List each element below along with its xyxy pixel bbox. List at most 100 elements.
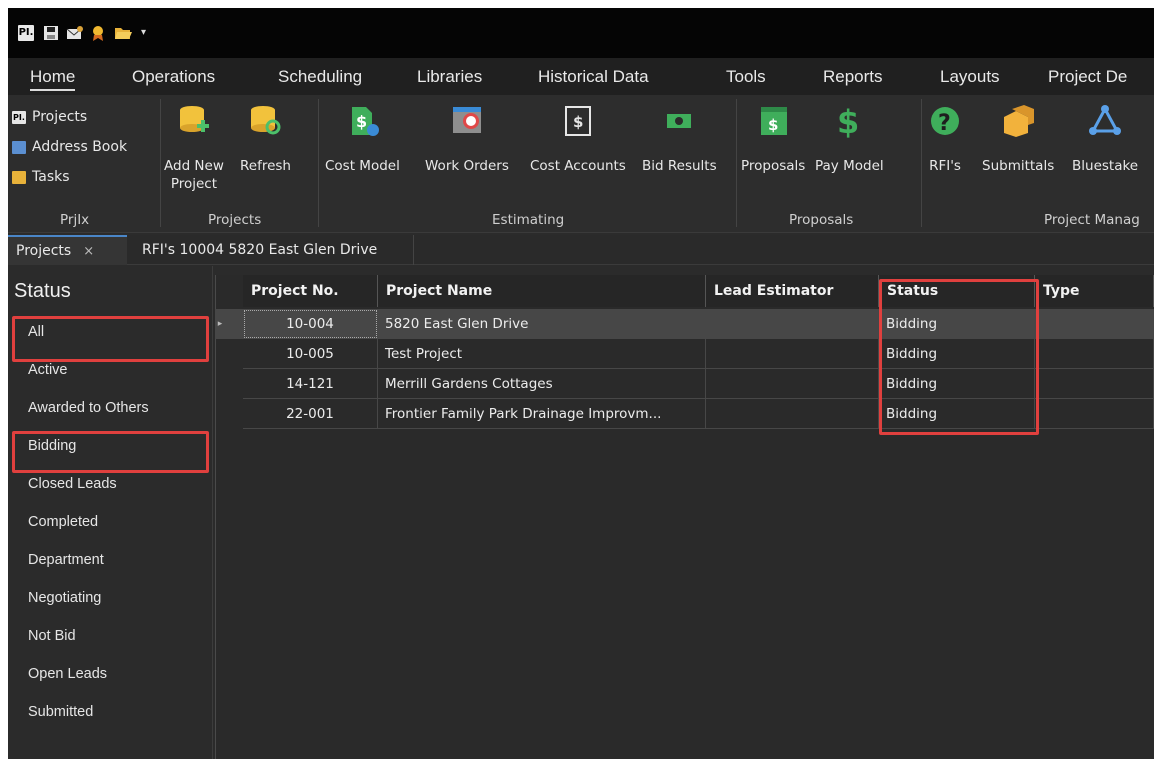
status-item-completed[interactable]: Completed — [28, 504, 208, 540]
prjix-logo-icon: PI. — [12, 110, 26, 124]
status-item-department[interactable]: Department — [28, 542, 208, 578]
refresh-button[interactable]: Refresh — [240, 101, 291, 175]
projects-button[interactable]: PI. Projects — [12, 107, 87, 127]
app-window: PI. ▾ Home Operations Scheduling Librari… — [8, 8, 1154, 759]
address-book-button[interactable]: Address Book — [12, 137, 127, 157]
cell-project-name[interactable]: Frontier Family Park Drainage Improvm... — [378, 399, 706, 429]
cell-lead-estimator[interactable] — [706, 399, 879, 429]
tasks-button[interactable]: Tasks — [12, 167, 70, 187]
add-new-project-button[interactable]: Add New Project — [164, 101, 224, 193]
rfis-label: RFI's — [929, 158, 961, 174]
cost-model-button[interactable]: $ Cost Model — [325, 101, 400, 175]
cell-project-no[interactable]: 10-005 — [243, 339, 378, 369]
column-header-type[interactable]: Type — [1035, 275, 1154, 307]
open-folder-icon[interactable] — [114, 25, 132, 41]
doc-tab-projects[interactable]: Projects × — [8, 235, 127, 265]
add-new-project-label: Add New Project — [164, 158, 224, 192]
ribbon-tabs: Home Operations Scheduling Libraries His… — [8, 58, 1154, 95]
rfis-button[interactable]: ? RFI's — [925, 101, 965, 175]
tab-home[interactable]: Home — [30, 67, 76, 91]
close-icon[interactable]: × — [83, 244, 94, 259]
svg-text:?: ? — [938, 111, 951, 136]
group-separator — [736, 99, 737, 227]
group-label-proposals: Proposals — [789, 212, 854, 228]
status-sidebar: Status All Active Awarded to Others Bidd… — [8, 266, 213, 759]
network-icon — [1085, 101, 1125, 141]
quick-access-toolbar: PI. ▾ — [8, 8, 1154, 58]
add-database-icon — [174, 101, 214, 141]
column-header-project-name[interactable]: Project Name — [378, 275, 706, 307]
refresh-label: Refresh — [240, 158, 291, 174]
submittals-button[interactable]: Submittals — [982, 101, 1054, 175]
svg-text:$: $ — [573, 113, 583, 131]
doc-tab-rfi[interactable]: RFI's 10004 5820 East Glen Drive — [134, 235, 415, 265]
tab-layouts[interactable]: Layouts — [940, 67, 1000, 87]
cell-project-name[interactable]: 5820 East Glen Drive — [378, 309, 706, 339]
pay-model-label: Pay Model — [815, 158, 884, 174]
highlight-box — [12, 431, 209, 473]
cell-lead-estimator[interactable] — [706, 369, 879, 399]
bid-results-label: Bid Results — [642, 158, 717, 174]
projects-grid: Project No. Project Name Lead Estimator … — [215, 275, 1154, 759]
cell-project-no[interactable]: 14-121 — [243, 369, 378, 399]
cell-type[interactable] — [1035, 399, 1154, 429]
status-item-not-bid[interactable]: Not Bid — [28, 618, 208, 654]
group-separator — [318, 99, 319, 227]
cost-model-icon: $ — [342, 101, 382, 141]
tab-scheduling[interactable]: Scheduling — [278, 67, 362, 87]
customize-toolbar-icon[interactable]: ▾ — [141, 25, 157, 41]
app-logo-icon[interactable]: PI. — [18, 25, 34, 41]
mail-icon[interactable] — [66, 25, 83, 41]
dollar-icon: $ — [829, 101, 869, 141]
bluestake-button[interactable]: Bluestake — [1072, 101, 1138, 175]
cell-type[interactable] — [1035, 339, 1154, 369]
tab-historical-data[interactable]: Historical Data — [538, 67, 649, 87]
address-book-label: Address Book — [32, 139, 128, 155]
highlight-box — [12, 316, 209, 362]
tab-project-details[interactable]: Project De — [1048, 67, 1127, 87]
svg-text:$: $ — [837, 103, 859, 139]
doc-tab-rfi-label: RFI's 10004 5820 East Glen Drive — [142, 242, 378, 258]
save-icon[interactable] — [43, 25, 59, 41]
status-item-negotiating[interactable]: Negotiating — [28, 580, 208, 616]
tasks-icon — [12, 170, 26, 184]
proposals-button[interactable]: $ Proposals — [741, 101, 805, 175]
status-item-submitted[interactable]: Submitted — [28, 694, 208, 730]
svg-text:$: $ — [356, 112, 367, 131]
bid-results-button[interactable]: Bid Results — [642, 101, 717, 175]
row-indicator-icon: ▸ — [217, 319, 223, 329]
column-header-project-no[interactable]: Project No. — [243, 275, 378, 307]
cell-lead-estimator[interactable] — [706, 339, 879, 369]
proposals-icon: $ — [753, 101, 793, 141]
award-icon[interactable] — [90, 25, 106, 41]
cost-accounts-label: Cost Accounts — [530, 158, 626, 174]
status-item-open-leads[interactable]: Open Leads — [28, 656, 208, 692]
pay-model-button[interactable]: $ Pay Model — [815, 101, 884, 175]
cell-type[interactable] — [1035, 369, 1154, 399]
status-title: Status — [14, 280, 71, 302]
work-orders-icon — [447, 101, 487, 141]
tab-libraries[interactable]: Libraries — [417, 67, 482, 87]
svg-text:$: $ — [768, 116, 778, 134]
group-separator — [160, 99, 161, 227]
group-label-estimating: Estimating — [492, 212, 565, 228]
cost-accounts-icon: $ — [558, 101, 598, 141]
work-orders-button[interactable]: Work Orders — [425, 101, 509, 175]
cell-project-no[interactable]: 22-001 — [243, 399, 378, 429]
cost-accounts-button[interactable]: $ Cost Accounts — [530, 101, 626, 175]
tab-operations[interactable]: Operations — [132, 67, 215, 87]
group-label-prjix: PrjIx — [60, 212, 90, 228]
group-label-project-management: Project Manag — [1044, 212, 1140, 228]
cell-project-name[interactable]: Merrill Gardens Cottages — [378, 369, 706, 399]
tab-tools[interactable]: Tools — [726, 67, 766, 87]
status-item-awarded-to-others[interactable]: Awarded to Others — [28, 390, 208, 426]
tab-reports[interactable]: Reports — [823, 67, 883, 87]
cell-lead-estimator[interactable] — [706, 309, 879, 339]
column-header-lead-estimator[interactable]: Lead Estimator — [706, 275, 879, 307]
cell-project-name[interactable]: Test Project — [378, 339, 706, 369]
cell-project-no[interactable]: 10-004 — [243, 309, 378, 339]
projects-label: Projects — [32, 109, 88, 125]
work-orders-label: Work Orders — [425, 158, 509, 174]
group-separator — [921, 99, 922, 227]
cell-type[interactable] — [1035, 309, 1154, 339]
